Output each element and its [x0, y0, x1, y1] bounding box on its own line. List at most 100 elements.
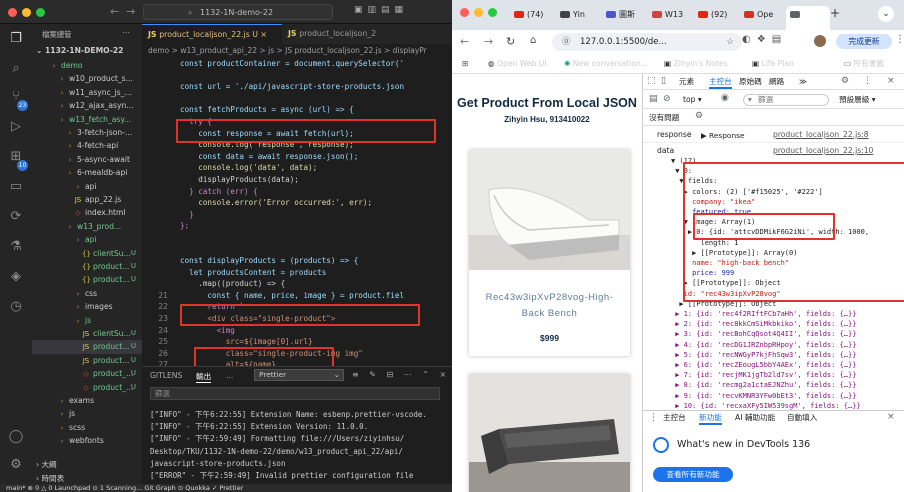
- new-tab-button[interactable]: +: [830, 6, 840, 20]
- code-line[interactable]: .map((product) => {: [180, 278, 404, 290]
- close-window-button[interactable]: [8, 8, 17, 17]
- file-tree-item[interactable]: › scss: [32, 421, 142, 434]
- home-icon[interactable]: ⌂: [530, 35, 536, 46]
- drawer-tab[interactable]: 自動填入: [787, 413, 817, 423]
- all-bookmarks[interactable]: ▭ 所有書籤: [844, 54, 884, 74]
- file-tree-item[interactable]: {} product... U: [32, 273, 142, 286]
- object-tree-row[interactable]: ▶ 9: {id: 'recvKMNR3YFw0bEt3', fields: {…: [671, 391, 869, 401]
- minimize-window-button[interactable]: [22, 8, 31, 17]
- object-tree-row[interactable]: ▶ 7: {id: 'recjMK1jgTb2ld7sv', fields: {…: [671, 370, 869, 380]
- bookmark-new-conversation[interactable]: ✺ New conversation...: [564, 54, 648, 74]
- file-tree-item[interactable]: › css: [32, 287, 142, 300]
- file-tree-item[interactable]: › js: [32, 407, 142, 420]
- object-tree-row[interactable]: ▶ 5: {id: 'recNWGyP7kjFhSqw3', fields: {…: [671, 350, 869, 360]
- object-tree-row[interactable]: ▶ 4: {id: 'recDG1JRZnbpRHpoy', fields: {…: [671, 340, 869, 350]
- object-tree-row[interactable]: ▶ 1: {id: 'rec4f2RIftFCb7aHh', fields: {…: [671, 309, 869, 319]
- context-select[interactable]: top ▾: [683, 95, 702, 105]
- file-tree-item[interactable]: JS product... U: [32, 340, 142, 354]
- breadcrumb[interactable]: demo > w13_product_api_22 > js > JS prod…: [142, 44, 452, 58]
- back-arrow-icon[interactable]: ←: [460, 35, 469, 48]
- file-tree-item[interactable]: › 3-fetch-json-...: [32, 126, 142, 139]
- avatar[interactable]: [814, 35, 826, 47]
- status-text[interactable]: main* ⊗ 0 △ 0 Launchpad ⊙ 1 Scanning... …: [0, 484, 243, 492]
- code-line[interactable]: const url = './api/javascript-store-prod…: [180, 81, 404, 93]
- file-tree-item[interactable]: › exams: [32, 394, 142, 407]
- panel-tab-output[interactable]: 輸出: [196, 371, 212, 383]
- log-value[interactable]: ▶ Response: [701, 131, 745, 141]
- code-line[interactable]: let productsContent = products: [180, 267, 404, 279]
- inspect-icon[interactable]: ⬚: [647, 76, 656, 86]
- product-card[interactable]: Rec43w3ipXvP28vog-High-Back Bench $999: [469, 150, 630, 356]
- site-info-icon[interactable]: ⓪: [562, 33, 571, 51]
- drawer-tab[interactable]: 主控台: [663, 413, 686, 423]
- extension-icons[interactable]: ◐❖▤: [742, 34, 787, 45]
- close-window-button[interactable]: [460, 8, 469, 17]
- object-tree-row[interactable]: ▶ 2: {id: 'rec8kkCmSiMkbkiko', fields: {…: [671, 319, 869, 329]
- maximize-window-button[interactable]: [36, 8, 45, 17]
- apps-grid-icon[interactable]: ⊞: [462, 54, 468, 74]
- code-line[interactable]: const fetchProducts = async (url) => {: [180, 104, 404, 116]
- code-line[interactable]: const data = await response.json();: [180, 151, 404, 163]
- object-tree-row[interactable]: ▶ 3: {id: 'recBohCqQsot4Q4II', fields: {…: [671, 329, 869, 339]
- gear-icon[interactable]: ⚙: [841, 76, 849, 86]
- command-center-search[interactable]: ⌕ 1132-1N-demo-22: [143, 4, 333, 20]
- bookmark-star-icon[interactable]: ☆: [726, 33, 734, 51]
- workspace-root[interactable]: ⌄ 1132-1N-DEMO-22: [36, 46, 123, 55]
- gitlens-icon[interactable]: ⟳: [7, 208, 25, 226]
- eye-icon[interactable]: ◉: [721, 93, 729, 103]
- file-tree-item[interactable]: › w13_prod...: [32, 220, 142, 233]
- minimize-window-button[interactable]: [474, 8, 483, 17]
- file-tree-item[interactable]: {} clientSu... U: [32, 247, 142, 260]
- panel-actions-icon[interactable]: ≡ ✎ ⊟ ⋯ ⌃ ×: [352, 370, 450, 379]
- account-icon[interactable]: ◯: [7, 428, 25, 446]
- close-icon[interactable]: ×: [887, 76, 895, 86]
- browser-tab[interactable]: (92): [694, 6, 738, 24]
- file-tree-item[interactable]: › webfonts: [32, 434, 142, 447]
- docker-icon[interactable]: ◈: [7, 268, 25, 286]
- maximize-window-button[interactable]: [488, 8, 497, 17]
- file-tree-item[interactable]: JS app_22.js: [32, 193, 142, 206]
- code-line[interactable]: const productContainer = document.queryS…: [180, 58, 404, 70]
- output-channel-select[interactable]: Prettier ⌄: [254, 369, 344, 381]
- forward-arrow-icon[interactable]: →: [126, 5, 135, 18]
- code-line[interactable]: console.error('Error occurred:', err);: [180, 197, 404, 209]
- drawer-tab[interactable]: AI 輔助功能: [735, 413, 775, 423]
- file-tree-item[interactable]: ◇ index.html: [32, 206, 142, 219]
- more-actions-icon[interactable]: ⋯: [122, 28, 130, 37]
- gear-icon[interactable]: ⚙: [695, 111, 703, 121]
- gear-icon[interactable]: ⚙: [7, 456, 25, 474]
- reload-icon[interactable]: ↻: [506, 35, 515, 48]
- browser-tab[interactable]: Yin: [556, 6, 600, 24]
- file-tree-item[interactable]: › 5-async-await: [32, 153, 142, 166]
- update-button[interactable]: 完成更新: [836, 34, 892, 49]
- code-line[interactable]: } catch (err) {: [180, 186, 404, 198]
- code-line[interactable]: displayProducts(data);: [180, 174, 404, 186]
- panel-tab-gitlens[interactable]: GITLENS: [150, 371, 182, 380]
- code-line[interactable]: const { name, price, image } = product.f…: [180, 290, 404, 302]
- run-debug-icon[interactable]: ▷: [7, 118, 25, 136]
- outline-section[interactable]: › 大綱: [36, 459, 57, 470]
- menu-icon[interactable]: ⋮: [895, 34, 904, 45]
- file-tree-item[interactable]: {} product... U: [32, 260, 142, 273]
- whats-new-button[interactable]: 查看所有新功能: [653, 467, 733, 482]
- bookmark-life-plan[interactable]: ▣ Life Plan: [752, 54, 794, 74]
- more-icon[interactable]: ⋮: [649, 413, 658, 423]
- file-tree-item[interactable]: › api: [32, 180, 142, 193]
- code-line[interactable]: [180, 232, 404, 244]
- source-link[interactable]: product_localjson_22.js:10: [773, 146, 873, 156]
- file-tree-item[interactable]: › w11_async_js_...: [32, 86, 142, 99]
- close-icon[interactable]: ×: [887, 412, 895, 422]
- console-filter-input[interactable]: ▾ 篩選: [743, 94, 829, 106]
- code-line[interactable]: const displayProducts = (products) => {: [180, 255, 404, 267]
- code-line[interactable]: console.log('data', data);: [180, 162, 404, 174]
- file-tree-item[interactable]: › w10_product_s...: [32, 72, 142, 85]
- file-tree-item[interactable]: › images: [32, 300, 142, 313]
- devtools-tab[interactable]: 元素: [679, 77, 694, 87]
- devtools-tab[interactable]: 網路: [769, 77, 784, 87]
- code-line[interactable]: };: [180, 220, 404, 232]
- log-levels-select[interactable]: 預設層級 ▾: [839, 95, 876, 105]
- timeline-section[interactable]: › 時間表: [36, 473, 64, 484]
- file-tree-item[interactable]: › demo: [32, 59, 142, 72]
- bookmark-open-web-ui[interactable]: ◍ Open Web UI: [488, 54, 547, 74]
- browser-tab[interactable]: W13: [648, 6, 692, 24]
